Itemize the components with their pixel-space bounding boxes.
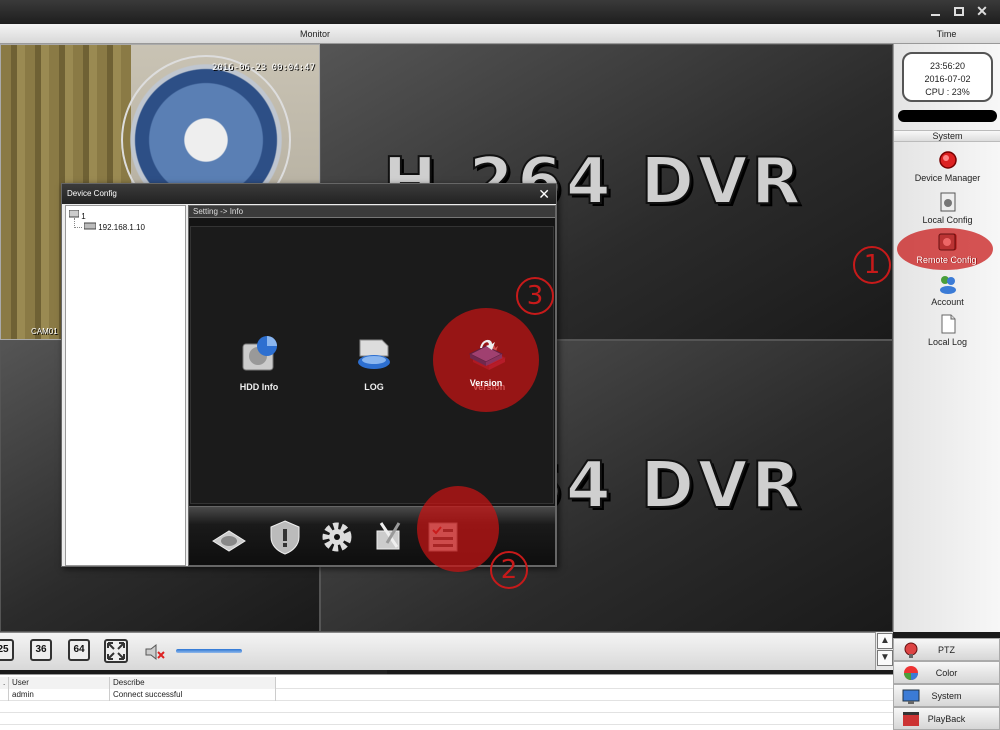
tree-device-label: 192.168.1.10 (98, 223, 145, 232)
table-row[interactable]: admin Connect successful (0, 689, 893, 701)
playback-label: PlayBack (927, 714, 966, 724)
log-header-row: . User Describe (0, 677, 893, 689)
shield-icon[interactable] (265, 517, 305, 557)
log-table: . User Describe admin Connect successful (0, 674, 893, 730)
gear-icon[interactable] (317, 517, 357, 557)
grid-64-button[interactable]: 64 (68, 639, 90, 661)
header-strip: Monitor Time (0, 24, 1000, 44)
account-icon (939, 276, 956, 294)
hdd-info-item[interactable]: HDD Info (219, 332, 299, 392)
panel-scroll: ▲ ▼ (875, 632, 893, 670)
volume-slider[interactable] (176, 649, 242, 653)
device-manager-item[interactable]: Device Manager (894, 150, 1000, 183)
log-cell-index (0, 689, 9, 701)
fullscreen-icon (107, 642, 125, 660)
scroll-up-arrow[interactable]: ▲ (877, 633, 893, 649)
device-manager-label: Device Manager (914, 173, 981, 183)
device-manager-icon (938, 151, 957, 169)
ptz-label: PTZ (938, 645, 955, 655)
dvr-client-window: ✕ Monitor Time H.264 DVR H.264 DVR 2016-… (0, 0, 1000, 730)
cpu-usage: CPU : 23% (925, 87, 970, 97)
dialog-title: Device Config (67, 189, 117, 198)
annotation-number-1: 1 (853, 246, 891, 284)
version-icon (468, 339, 504, 366)
log-item[interactable]: LOG (334, 332, 414, 392)
log-icon (358, 339, 390, 369)
minimize-button[interactable] (930, 4, 942, 18)
breadcrumb: Setting -> Info (189, 206, 555, 218)
grid-36-button[interactable]: 36 (30, 639, 52, 661)
clock-display: 23:56:20 2016-07-02 CPU : 23% (902, 52, 993, 102)
tree-connector (74, 218, 82, 228)
right-panel: 23:56:20 2016-07-02 CPU : 23% System Dev… (893, 44, 1000, 632)
camera-timestamp: 2016-06-23 00:04:47 (212, 63, 315, 73)
system-icon (902, 689, 920, 704)
device-tree: 1 192.168.1.10 (65, 205, 186, 566)
local-config-label: Local Config (922, 215, 973, 225)
hdd-icon[interactable] (209, 517, 249, 557)
color-icon (904, 666, 918, 680)
camera-label: CAM01 (31, 327, 58, 336)
playback-button[interactable]: PlayBack (893, 707, 1000, 730)
tools-icon[interactable] (369, 517, 409, 557)
hdd-info-icon (242, 336, 277, 371)
clock-time: 23:56:20 (929, 61, 966, 71)
local-config-item[interactable]: Local Config (894, 192, 1000, 225)
log-col-index: . (0, 677, 9, 689)
table-row (0, 713, 893, 725)
ptz-icon (904, 642, 918, 658)
local-config-icon (940, 192, 955, 212)
system-label: System (931, 691, 962, 701)
bottom-toolbar: 25 36 64 (0, 632, 893, 670)
info-toolbar-highlight (417, 486, 499, 572)
account-label: Account (931, 297, 964, 307)
fullscreen-button[interactable] (104, 639, 128, 663)
title-bar: ✕ (0, 0, 1000, 24)
annotation-number-3: 3 (516, 277, 554, 315)
dialog-title-bar: Device Config ✕ (62, 184, 556, 204)
clock-date: 2016-07-02 (924, 74, 971, 84)
table-row (0, 701, 893, 713)
ptz-button[interactable]: PTZ (893, 638, 1000, 661)
remote-config-highlight (897, 228, 993, 270)
tree-node-device[interactable]: 192.168.1.10 (83, 222, 145, 232)
log-label: LOG (364, 382, 384, 392)
local-log-item[interactable]: Local Log (894, 314, 1000, 347)
log-col-describe: Describe (110, 677, 276, 689)
grid-25-button[interactable]: 25 (0, 639, 14, 661)
system-button[interactable]: System (893, 684, 1000, 707)
annotation-number-2: 2 (490, 551, 528, 589)
dvr-device-icon (83, 222, 97, 230)
log-col-user: User (9, 677, 110, 689)
log-cell-describe: Connect successful (110, 689, 276, 701)
hdd-info-label: HDD Info (239, 382, 279, 392)
monitor-heading: Monitor (299, 29, 330, 39)
version-overlay: Version (446, 328, 526, 388)
version-overlay-label: Version (469, 378, 503, 388)
dialog-close-button[interactable]: ✕ (538, 184, 550, 204)
mute-icon[interactable] (144, 643, 166, 661)
system-section-header: System (894, 130, 1000, 142)
color-button[interactable]: Color (893, 661, 1000, 684)
close-button[interactable]: ✕ (976, 4, 988, 18)
local-log-icon (941, 314, 955, 334)
status-bar (898, 110, 997, 122)
account-item[interactable]: Account (894, 274, 1000, 307)
scroll-down-arrow[interactable]: ▼ (877, 650, 893, 666)
log-cell-user: admin (9, 689, 110, 701)
maximize-button[interactable] (954, 7, 964, 16)
time-heading: Time (936, 29, 957, 39)
local-log-label: Local Log (927, 337, 968, 347)
color-label: Color (935, 668, 958, 678)
playback-icon (903, 712, 919, 726)
